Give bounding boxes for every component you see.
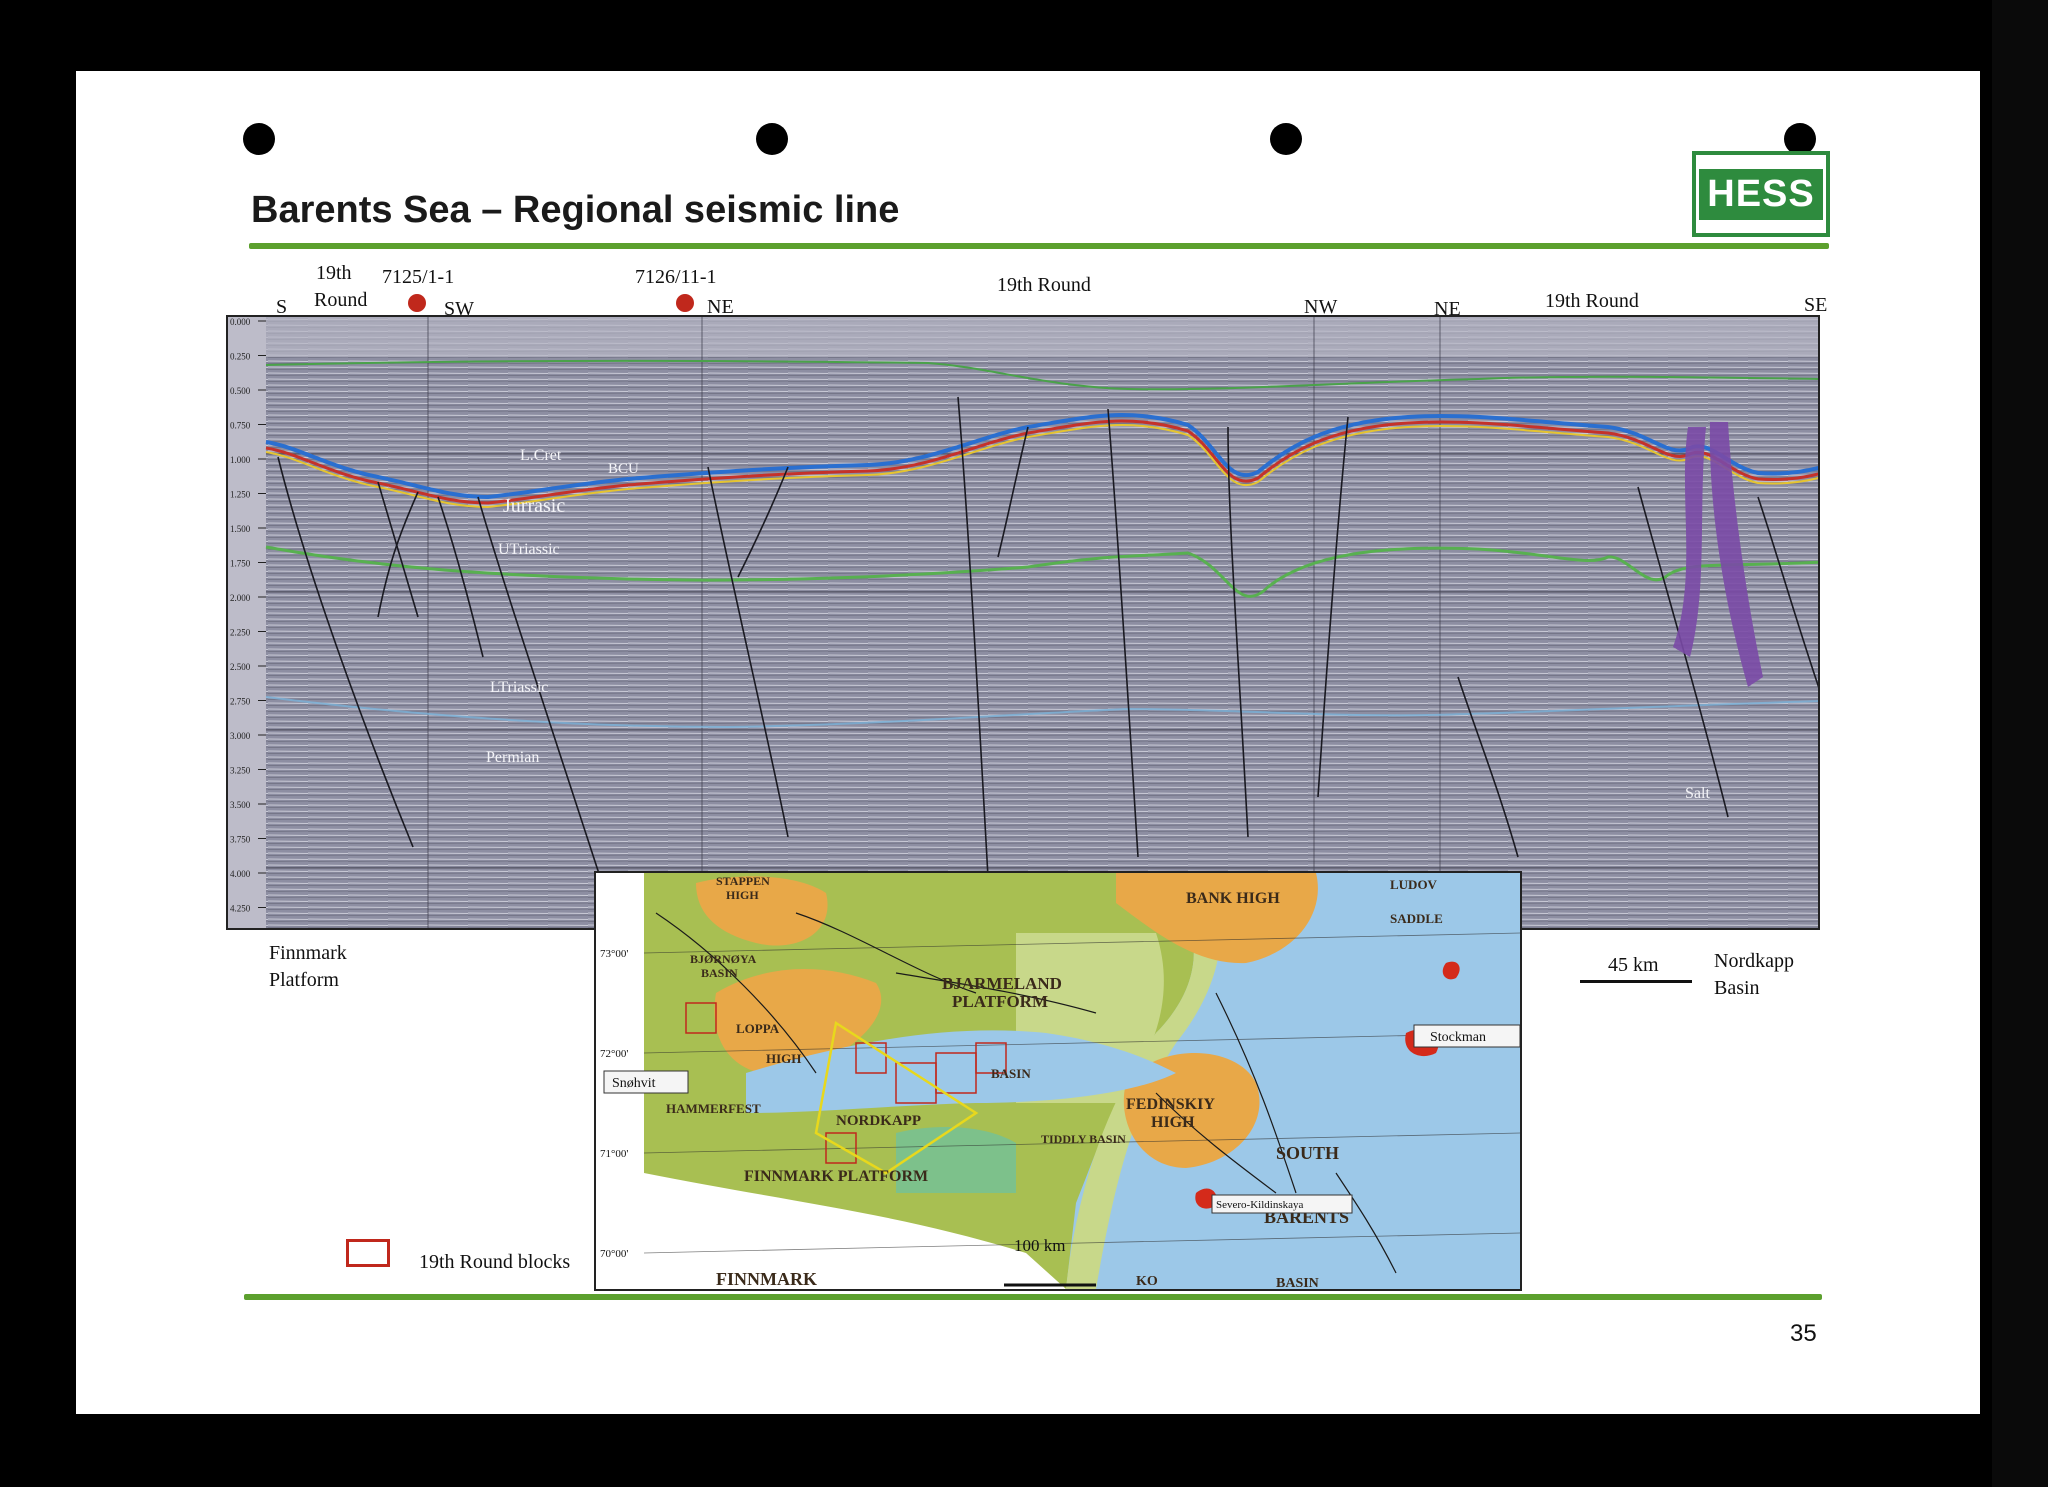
time-axis-label: 2.750: [230, 697, 251, 707]
location-map: 73°00' 72°00' 71°00' 70°00' STAPPEN HIGH…: [594, 871, 1522, 1291]
seismic-section: 0.000 0.250 0.500 0.750 1.000 1.250 1.500 1.750…: [226, 315, 1820, 930]
time-axis-label: 0.500: [230, 386, 251, 396]
map-finnmark: FINNMARK: [716, 1269, 817, 1289]
scale-label-45km: 45 km: [1608, 954, 1659, 976]
time-axis-label: 2.250: [230, 628, 251, 638]
title-rule: [249, 243, 1829, 249]
finnmark-platform-line2: Platform: [269, 969, 339, 991]
round19-label-b: 19th Round: [997, 274, 1091, 296]
map-stappen-1: STAPPEN: [716, 874, 770, 888]
round19-label-a-line1: 19th: [316, 262, 352, 284]
map-stappen-2: HIGH: [726, 888, 759, 902]
page-title: Barents Sea – Regional seismic line: [251, 189, 900, 231]
time-axis-label: 1.000: [230, 455, 251, 465]
hess-logo: HESS: [1692, 151, 1830, 237]
time-axis-label: 3.750: [230, 835, 251, 845]
horizon-bcu: BCU: [608, 461, 639, 477]
map-hammerfest: HAMMERFEST: [666, 1101, 761, 1116]
round19-label-a-line2: Round: [314, 289, 368, 311]
time-axis-label: 2.000: [230, 593, 251, 603]
well-marker-a: [408, 294, 426, 312]
time-axis-label: 1.750: [230, 559, 251, 569]
map-nordkapp: NORDKAPP: [836, 1113, 921, 1129]
time-axis-label: 3.000: [230, 731, 251, 741]
time-axis-label: 2.500: [230, 662, 251, 672]
map-saddle: SADDLE: [1390, 911, 1443, 926]
nordkapp-basin-line2: Basin: [1714, 977, 1760, 999]
map-bjarmeland-1: BJARMELAND: [942, 974, 1062, 993]
horizon-jurassic: Jurrasic: [503, 495, 565, 517]
time-axis-label: 0.000: [230, 317, 251, 327]
well-label-a: 7125/1-1: [382, 266, 455, 288]
map-bjornoya-1: BJØRNØYA: [690, 952, 757, 966]
time-axis-label: 1.250: [230, 490, 251, 500]
well-label-b: 7126/11-1: [635, 266, 717, 288]
time-axis-label: 4.250: [230, 904, 251, 914]
time-axis-label: 4.000: [230, 869, 251, 879]
map-fedinskiy-2: HIGH: [1151, 1114, 1195, 1131]
map-ko: KO: [1136, 1274, 1158, 1289]
right-binder-edge: [1992, 0, 2048, 1487]
map-basin-cut: BASIN: [1276, 1276, 1319, 1289]
map-bjornoya-2: BASIN: [701, 966, 738, 980]
horizon-u-triassic: UTriassic: [498, 541, 560, 558]
punch-hole: [756, 123, 788, 155]
page-number: 35: [1790, 1320, 1817, 1347]
time-axis-label: 0.250: [230, 352, 251, 362]
time-axis-label: 3.500: [230, 800, 251, 810]
lat-72: 72°00': [600, 1048, 628, 1060]
punch-hole: [1270, 123, 1302, 155]
callout-severo: Severo-Kildinskaya: [1216, 1199, 1303, 1211]
footer-rule: [244, 1294, 1822, 1300]
time-axis-label: 0.750: [230, 421, 251, 431]
round19-label-c: 19th Round: [1545, 290, 1639, 312]
callout-snohvit: Snøhvit: [612, 1076, 656, 1091]
map-scale-label: 100 km: [1014, 1236, 1065, 1255]
map-basin: BASIN: [991, 1066, 1031, 1081]
callout-stockman: Stockman: [1430, 1030, 1486, 1045]
legend-swatch-19th-round: [346, 1239, 390, 1267]
scale-bar-45km: [1580, 980, 1692, 983]
map-loppa-2: HIGH: [766, 1051, 801, 1066]
horizon-permian: Permian: [486, 749, 539, 766]
lat-73: 73°00': [600, 948, 628, 960]
punch-hole: [243, 123, 275, 155]
time-axis-label: 3.250: [230, 766, 251, 776]
map-loppa-1: LOPPA: [736, 1021, 780, 1036]
lat-71: 71°00': [600, 1148, 628, 1160]
lat-70: 70°00': [600, 1248, 628, 1260]
finnmark-platform-line1: Finnmark: [269, 942, 347, 964]
map-tiddly: TIDDLY BASIN: [1041, 1132, 1126, 1146]
map-bjarmeland-2: PLATFORM: [952, 992, 1048, 1011]
map-finnmark-platform: FINNMARK PLATFORM: [744, 1168, 928, 1185]
label-salt: Salt: [1685, 785, 1710, 802]
direction-se: SE: [1804, 294, 1828, 316]
map-south: SOUTH: [1276, 1143, 1339, 1163]
legend-label: 19th Round blocks: [419, 1251, 571, 1273]
nordkapp-basin-line1: Nordkapp: [1714, 950, 1794, 972]
map-ludov: LUDOV: [1390, 877, 1438, 892]
map-bank-high: BANK HIGH: [1186, 890, 1280, 907]
horizon-l-triassic: LTriassic: [490, 679, 548, 696]
map-fedinskiy-1: FEDINSKIY: [1126, 1096, 1215, 1113]
time-axis-label: 1.500: [230, 524, 251, 534]
well-marker-b: [676, 294, 694, 312]
horizon-l-cret: L.Cret: [520, 447, 562, 464]
